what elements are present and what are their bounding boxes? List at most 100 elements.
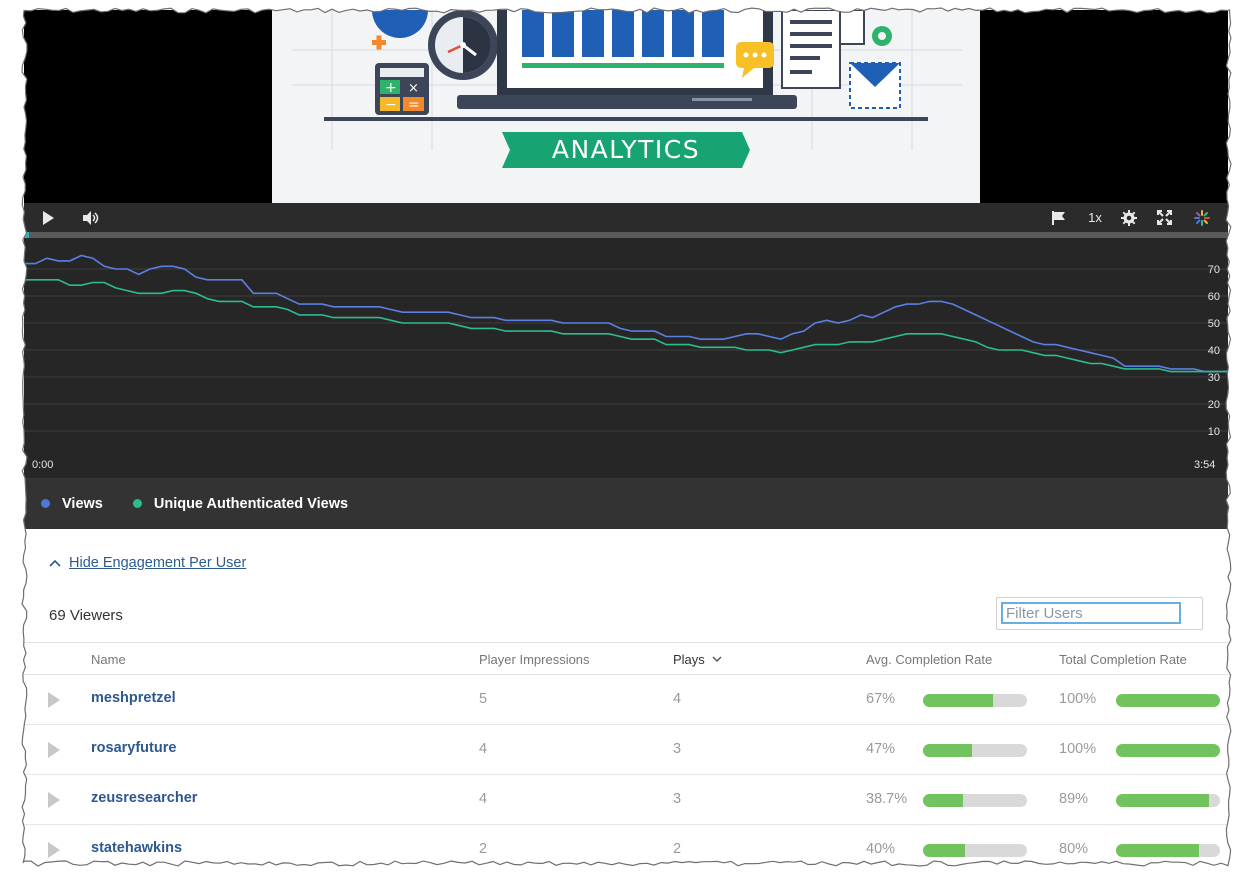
volume-button[interactable] bbox=[78, 203, 104, 232]
expand-row-icon[interactable] bbox=[48, 742, 60, 758]
avg-completion-bar-fill bbox=[923, 794, 964, 807]
playback-rate-label: 1x bbox=[1088, 210, 1102, 225]
avg-completion-bar bbox=[923, 694, 1027, 707]
legend-item-unique-authenticated-views: Unique Authenticated Views bbox=[132, 495, 349, 512]
user-name-link[interactable]: zeusresearcher bbox=[91, 790, 197, 806]
total-completion-bar bbox=[1116, 744, 1220, 757]
svg-text:=: = bbox=[408, 97, 420, 113]
plays-value: 4 bbox=[673, 691, 682, 707]
user-name-link[interactable]: meshpretzel bbox=[91, 690, 176, 706]
settings-button[interactable] bbox=[1118, 203, 1140, 232]
avg-completion-bar-fill bbox=[923, 744, 972, 757]
screenshot-frame: + × − = ANALYTICS 1x 10 20 30 40 50 60 7… bbox=[0, 0, 1247, 874]
svg-text:−: − bbox=[385, 97, 397, 113]
playback-rate-button[interactable]: 1x bbox=[1082, 203, 1108, 232]
viewers-count: 69 Viewers bbox=[49, 607, 123, 624]
total-completion-bar-fill bbox=[1116, 794, 1209, 807]
legend-label: Views bbox=[62, 495, 103, 512]
video-player[interactable]: + × − = ANALYTICS bbox=[24, 10, 1228, 203]
column-header-plays-label: Plays bbox=[673, 652, 705, 667]
unique-authenticated-views-series-line bbox=[24, 278, 1228, 373]
avg-completion-value: 47% bbox=[866, 741, 896, 757]
avg-completion-value: 38.7% bbox=[866, 791, 908, 807]
legend-label: Unique Authenticated Views bbox=[153, 495, 349, 512]
table-row[interactable]: meshpretzel 5 4 67% 100% bbox=[24, 675, 1228, 725]
legend-dot bbox=[41, 499, 50, 508]
total-completion-bar-fill bbox=[1116, 844, 1200, 857]
table-header: Name Player Impressions Plays Avg. Compl… bbox=[24, 642, 1228, 675]
table-row[interactable]: zeusresearcher 4 3 38.7% 89% bbox=[24, 775, 1228, 825]
thumbnail-banner-text: ANALYTICS bbox=[552, 135, 700, 164]
avg-completion-value: 40% bbox=[866, 841, 896, 857]
column-header-avg-completion-rate[interactable]: Avg. Completion Rate bbox=[866, 652, 992, 667]
volume-icon bbox=[83, 210, 99, 225]
chart-circle-icon bbox=[372, 10, 428, 38]
chevron-down-icon bbox=[712, 656, 722, 662]
player-impressions-value: 2 bbox=[479, 841, 488, 857]
table-body: meshpretzel 5 4 67% 100% rosaryfuture 4 3 47% 100… bbox=[24, 675, 1228, 863]
hide-engagement-link[interactable]: Hide Engagement Per User bbox=[69, 555, 246, 571]
svg-text:+: + bbox=[385, 80, 397, 96]
column-header-name[interactable]: Name bbox=[91, 652, 126, 667]
expand-row-icon[interactable] bbox=[48, 692, 60, 708]
plays-value: 3 bbox=[673, 791, 682, 807]
avg-completion-bar-fill bbox=[923, 694, 993, 707]
engagement-chart: 10 20 30 40 50 60 70 bbox=[24, 238, 1228, 478]
player-impressions-value: 5 bbox=[479, 691, 488, 707]
user-name-link[interactable]: statehawkins bbox=[91, 840, 182, 856]
total-completion-bar bbox=[1116, 694, 1220, 707]
filter-users-box bbox=[996, 597, 1203, 630]
total-completion-value: 80% bbox=[1059, 841, 1089, 857]
play-button[interactable] bbox=[36, 203, 60, 232]
kaltura-logo-button[interactable] bbox=[1191, 203, 1213, 232]
plays-value: 3 bbox=[673, 741, 682, 757]
avg-completion-bar bbox=[923, 844, 1027, 857]
player-control-bar: 1x bbox=[24, 203, 1228, 232]
plays-value: 2 bbox=[673, 841, 682, 857]
svg-text:×: × bbox=[408, 81, 419, 96]
settings-gear-icon bbox=[1121, 209, 1137, 226]
column-header-plays[interactable]: Plays bbox=[673, 652, 722, 667]
hide-engagement-toggle[interactable]: Hide Engagement Per User bbox=[49, 555, 246, 571]
filter-users-input[interactable] bbox=[1001, 602, 1181, 624]
column-header-player-impressions[interactable]: Player Impressions bbox=[479, 652, 590, 667]
legend-dot bbox=[132, 499, 142, 508]
y-tick-label: 30 bbox=[1208, 372, 1220, 384]
avg-completion-bar bbox=[923, 794, 1027, 807]
player-impressions-value: 4 bbox=[479, 791, 488, 807]
y-tick-label: 20 bbox=[1208, 399, 1220, 411]
total-completion-bar-fill bbox=[1116, 694, 1220, 707]
y-tick-label: 50 bbox=[1208, 318, 1220, 330]
views-series-line bbox=[24, 254, 1228, 373]
legend-item-views: Views bbox=[41, 496, 103, 512]
play-icon bbox=[43, 210, 54, 225]
total-completion-value: 100% bbox=[1059, 691, 1097, 707]
total-completion-value: 89% bbox=[1059, 791, 1089, 807]
expand-row-icon[interactable] bbox=[48, 842, 60, 858]
avg-completion-value: 67% bbox=[866, 691, 896, 707]
flag-button[interactable] bbox=[1048, 203, 1068, 232]
total-completion-bar-fill bbox=[1116, 744, 1220, 757]
fullscreen-button[interactable] bbox=[1153, 203, 1175, 232]
total-completion-value: 100% bbox=[1059, 741, 1097, 757]
user-name-link[interactable]: rosaryfuture bbox=[91, 740, 176, 756]
engagement-table: Name Player Impressions Plays Avg. Compl… bbox=[24, 642, 1228, 863]
avg-completion-bar bbox=[923, 744, 1027, 757]
kaltura-logo-icon bbox=[1194, 209, 1210, 226]
chart-end-time: 3:54 bbox=[1194, 459, 1216, 471]
column-header-total-completion-rate[interactable]: Total Completion Rate bbox=[1059, 652, 1187, 667]
y-tick-label: 40 bbox=[1208, 345, 1220, 357]
flag-icon bbox=[1052, 210, 1065, 225]
total-completion-bar bbox=[1116, 794, 1220, 807]
y-tick-label: 10 bbox=[1208, 426, 1220, 438]
chart-legend: Views Unique Authenticated Views bbox=[24, 478, 1228, 529]
video-thumbnail: + × − = ANALYTICS bbox=[272, 10, 980, 203]
y-tick-label: 60 bbox=[1208, 291, 1220, 303]
avg-completion-bar-fill bbox=[923, 844, 965, 857]
expand-row-icon[interactable] bbox=[48, 792, 60, 808]
player-analytics-view: + × − = ANALYTICS 1x 10 20 30 40 50 60 7… bbox=[24, 10, 1228, 863]
y-tick-label: 70 bbox=[1208, 264, 1220, 276]
player-impressions-value: 4 bbox=[479, 741, 488, 757]
table-row[interactable]: rosaryfuture 4 3 47% 100% bbox=[24, 725, 1228, 775]
table-row[interactable]: statehawkins 2 2 40% 80% bbox=[24, 825, 1228, 863]
